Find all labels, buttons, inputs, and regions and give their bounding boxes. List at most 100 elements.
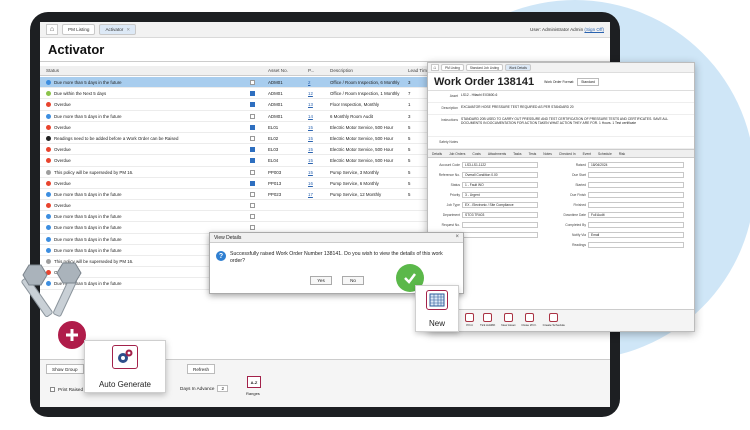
policy-link[interactable]: 12 [308, 91, 313, 96]
form-input[interactable]: 1 - Fault WO [462, 182, 538, 188]
form-input[interactable]: Full Audit [588, 212, 684, 218]
form-input[interactable]: 18/04/2024 [588, 162, 684, 168]
row-checkbox[interactable] [250, 203, 255, 209]
field-label: Asset [449, 94, 458, 98]
work-order-tab[interactable]: Attachments [488, 152, 506, 156]
form-input[interactable] [588, 222, 684, 228]
refresh-button[interactable]: Refresh [187, 364, 216, 374]
breadcrumb-pm-listing[interactable]: PM Listing [62, 24, 96, 35]
work-order-tab[interactable]: Checked In [559, 152, 576, 156]
field-value[interactable]: LS12 - Hitachi EX3600-6 [461, 93, 690, 97]
auto-generate-button[interactable]: Auto Generate [84, 340, 166, 393]
row-checkbox[interactable] [250, 124, 255, 130]
work-order-toolbar-button[interactable]: Print [465, 313, 474, 328]
policy-link[interactable]: 16 [308, 181, 313, 186]
row-checkbox[interactable] [250, 135, 255, 141]
form-input[interactable]: 3 - Urgent [462, 192, 538, 198]
row-checkbox[interactable] [250, 180, 255, 186]
asset-number: EL01 [268, 124, 279, 130]
row-checkbox[interactable] [250, 169, 255, 175]
work-order-tab[interactable]: Notes [543, 152, 552, 156]
work-order-toolbar-button[interactable]: Tick Add/Rt [480, 313, 495, 328]
work-order-tab[interactable]: Event [583, 152, 591, 156]
work-order-toolbar-button[interactable]: Close W.O. [521, 313, 537, 328]
form-input[interactable]: LS3-LS1-1122 [462, 162, 538, 168]
policy-link[interactable]: 15 [308, 158, 313, 163]
days-in-advance-field[interactable]: Days In Advance 2 [180, 385, 229, 392]
form-input[interactable] [462, 222, 538, 228]
form-input[interactable] [588, 192, 684, 198]
work-order-tab[interactable]: Risk [619, 152, 625, 156]
yes-button[interactable]: Yes [310, 276, 332, 285]
form-label: Downtime Date [563, 213, 586, 217]
form-input[interactable] [588, 182, 684, 188]
work-order-tab[interactable]: Tasks [513, 152, 521, 156]
work-order-toolbar-button[interactable]: New Asset [501, 313, 515, 328]
form-input[interactable] [588, 242, 684, 248]
field-label: Safety Notes [439, 140, 458, 144]
form-input[interactable] [588, 202, 684, 208]
home-icon[interactable]: ⌂ [431, 64, 439, 71]
form-input[interactable]: EX - Electronic / Site Compliance [462, 202, 538, 208]
work-order-tab[interactable]: Costs [472, 152, 480, 156]
print-raised-checkbox[interactable]: Print Raised [50, 387, 83, 392]
sign-out-link[interactable]: (Sign Off) [584, 27, 604, 32]
breadcrumb-pm-listing[interactable]: PM Listing [441, 64, 464, 71]
new-button[interactable]: New [415, 285, 459, 332]
field-label: Description [441, 106, 459, 110]
ranges-icon[interactable]: A-Z [247, 376, 261, 388]
form-label: Raised [575, 163, 586, 167]
work-order-topbar: ⌂ PM Listing Standard Job Listing Work D… [428, 63, 694, 73]
policy-link[interactable]: 17 [308, 192, 313, 197]
policy-link[interactable]: 15 [308, 170, 313, 175]
row-checkbox[interactable] [250, 113, 255, 119]
breadcrumb-activator[interactable]: Activator ✕ [99, 24, 137, 35]
row-checkbox[interactable] [250, 191, 255, 197]
no-button[interactable]: No [342, 276, 364, 285]
row-checkbox[interactable] [250, 214, 255, 220]
work-order-format-select[interactable]: Standard [577, 77, 599, 86]
policy-link[interactable]: 15 [308, 125, 313, 130]
policy-link[interactable]: 15 [308, 136, 313, 141]
asset-number: EL03 [268, 147, 279, 153]
show-group-button[interactable]: Show Group [46, 364, 84, 374]
column-header-status[interactable]: Status [46, 68, 59, 73]
form-input[interactable]: Email [588, 232, 684, 238]
form-field: Account Code LS3-LS1-1122 [430, 162, 538, 168]
column-header-asset[interactable]: Asset No. [268, 68, 288, 73]
close-icon[interactable]: ✕ [126, 27, 130, 33]
column-header-description[interactable]: Description [330, 68, 353, 73]
row-checkbox[interactable] [250, 102, 255, 108]
ranges-label: Ranges [246, 391, 260, 396]
breadcrumb-standard-job-listing[interactable]: Standard Job Listing [465, 64, 503, 71]
policy-link[interactable]: 14 [308, 114, 313, 119]
column-header-p[interactable]: P... [308, 68, 314, 73]
work-order-title: Work Order 138141 [434, 75, 535, 88]
status-dot-icon [46, 191, 51, 197]
field-value[interactable]: STANDARD 20B USED TO CARRY OUT PRESSURE … [461, 117, 690, 125]
policy-link[interactable]: 2 [308, 80, 310, 85]
row-checkbox[interactable] [250, 91, 255, 97]
form-input[interactable]: STO3 TR403 [462, 212, 538, 218]
policy-link[interactable]: 13 [308, 102, 313, 107]
row-checkbox[interactable] [250, 147, 255, 153]
row-checkbox[interactable] [250, 158, 255, 164]
work-order-tab[interactable]: Schedule [598, 152, 612, 156]
work-order-tab[interactable]: Job Orders [449, 152, 465, 156]
close-icon[interactable]: × [455, 234, 459, 240]
policy-link[interactable]: 15 [308, 147, 313, 152]
status-dot-icon [46, 214, 51, 220]
form-input[interactable]: Overall Condition 0.00 [462, 172, 538, 178]
row-checkbox[interactable] [250, 80, 255, 85]
breadcrumb-work-details[interactable]: Work Details [504, 64, 531, 71]
work-order-toolbar: SavePrintTick Add/RtNew AssetClose W.O.C… [428, 309, 694, 331]
status-dot-icon [46, 124, 51, 130]
home-icon[interactable]: ⌂ [46, 24, 58, 35]
form-input[interactable] [462, 232, 538, 238]
field-value[interactable]: EXCAVATOR HOSE PRESSURE TEST REQUIRED AS… [461, 105, 690, 109]
row-checkbox[interactable] [250, 225, 255, 231]
work-order-toolbar-button[interactable]: Create Schedule [543, 313, 565, 328]
work-order-tab[interactable]: Details [432, 152, 442, 156]
work-order-tab[interactable]: Tests [529, 152, 537, 156]
form-input[interactable] [588, 172, 684, 178]
